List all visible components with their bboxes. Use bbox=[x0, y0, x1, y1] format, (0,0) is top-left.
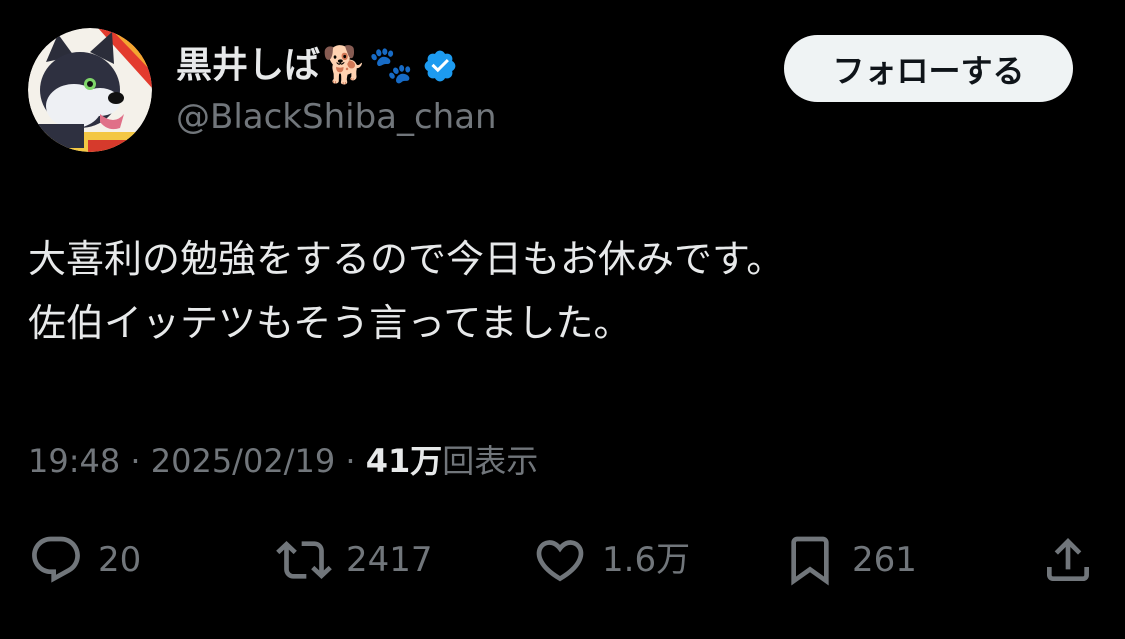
heart-icon bbox=[536, 540, 584, 582]
user-handle[interactable]: @BlackShiba_chan bbox=[176, 94, 497, 140]
reply-icon bbox=[32, 536, 80, 583]
display-name-row[interactable]: 黒井しば 🐕 🐾 bbox=[176, 40, 458, 92]
dog-emoji-icon: 🐕 bbox=[322, 45, 367, 86]
tweet-time[interactable]: 19:48 bbox=[28, 442, 120, 480]
tweet-text: 大喜利の勉強をするので今日もお休みです。 佐伯イッテツもそう言ってました。 bbox=[28, 227, 1088, 355]
retweet-button[interactable]: 2417 bbox=[276, 528, 433, 592]
meta-separator: · bbox=[335, 442, 366, 480]
retweet-count: 2417 bbox=[346, 540, 433, 580]
views-count: 41万 bbox=[365, 442, 443, 480]
tweet-date[interactable]: 2025/02/19 bbox=[151, 442, 335, 480]
bookmark-count: 261 bbox=[852, 540, 917, 580]
tweet-text-line: 大喜利の勉強をするので今日もお休みです。 bbox=[28, 237, 785, 281]
action-bar: 20 2417 1.6万 261 bbox=[0, 528, 1125, 592]
reply-count: 20 bbox=[98, 540, 142, 580]
share-button[interactable] bbox=[1040, 528, 1096, 592]
bookmark-button[interactable]: 261 bbox=[782, 528, 917, 592]
retweet-icon bbox=[276, 541, 332, 579]
shiba-avatar-icon bbox=[28, 28, 152, 152]
meta-separator: · bbox=[120, 442, 151, 480]
reply-button[interactable]: 20 bbox=[28, 528, 141, 592]
paw-prints-emoji-icon: 🐾 bbox=[368, 45, 414, 86]
tweet-meta: 19:48 · 2025/02/19 · 41万回表示 bbox=[28, 438, 538, 484]
display-name[interactable]: 黒井しば bbox=[176, 40, 320, 92]
views-label: 回表示 bbox=[442, 442, 539, 480]
like-count: 1.6万 bbox=[602, 540, 691, 580]
tweet-card: 黒井しば 🐕 🐾 @BlackShiba_chan フォローする 大喜利の勉強を… bbox=[0, 0, 1125, 639]
share-icon bbox=[1047, 538, 1089, 581]
tweet-text-line: 佐伯イッテツもそう言ってました。 bbox=[28, 301, 632, 345]
verified-badge-icon[interactable] bbox=[422, 48, 458, 84]
like-button[interactable]: 1.6万 bbox=[532, 528, 690, 592]
follow-button[interactable]: フォローする bbox=[784, 35, 1073, 102]
avatar[interactable] bbox=[28, 28, 152, 152]
bookmark-icon bbox=[791, 536, 829, 586]
